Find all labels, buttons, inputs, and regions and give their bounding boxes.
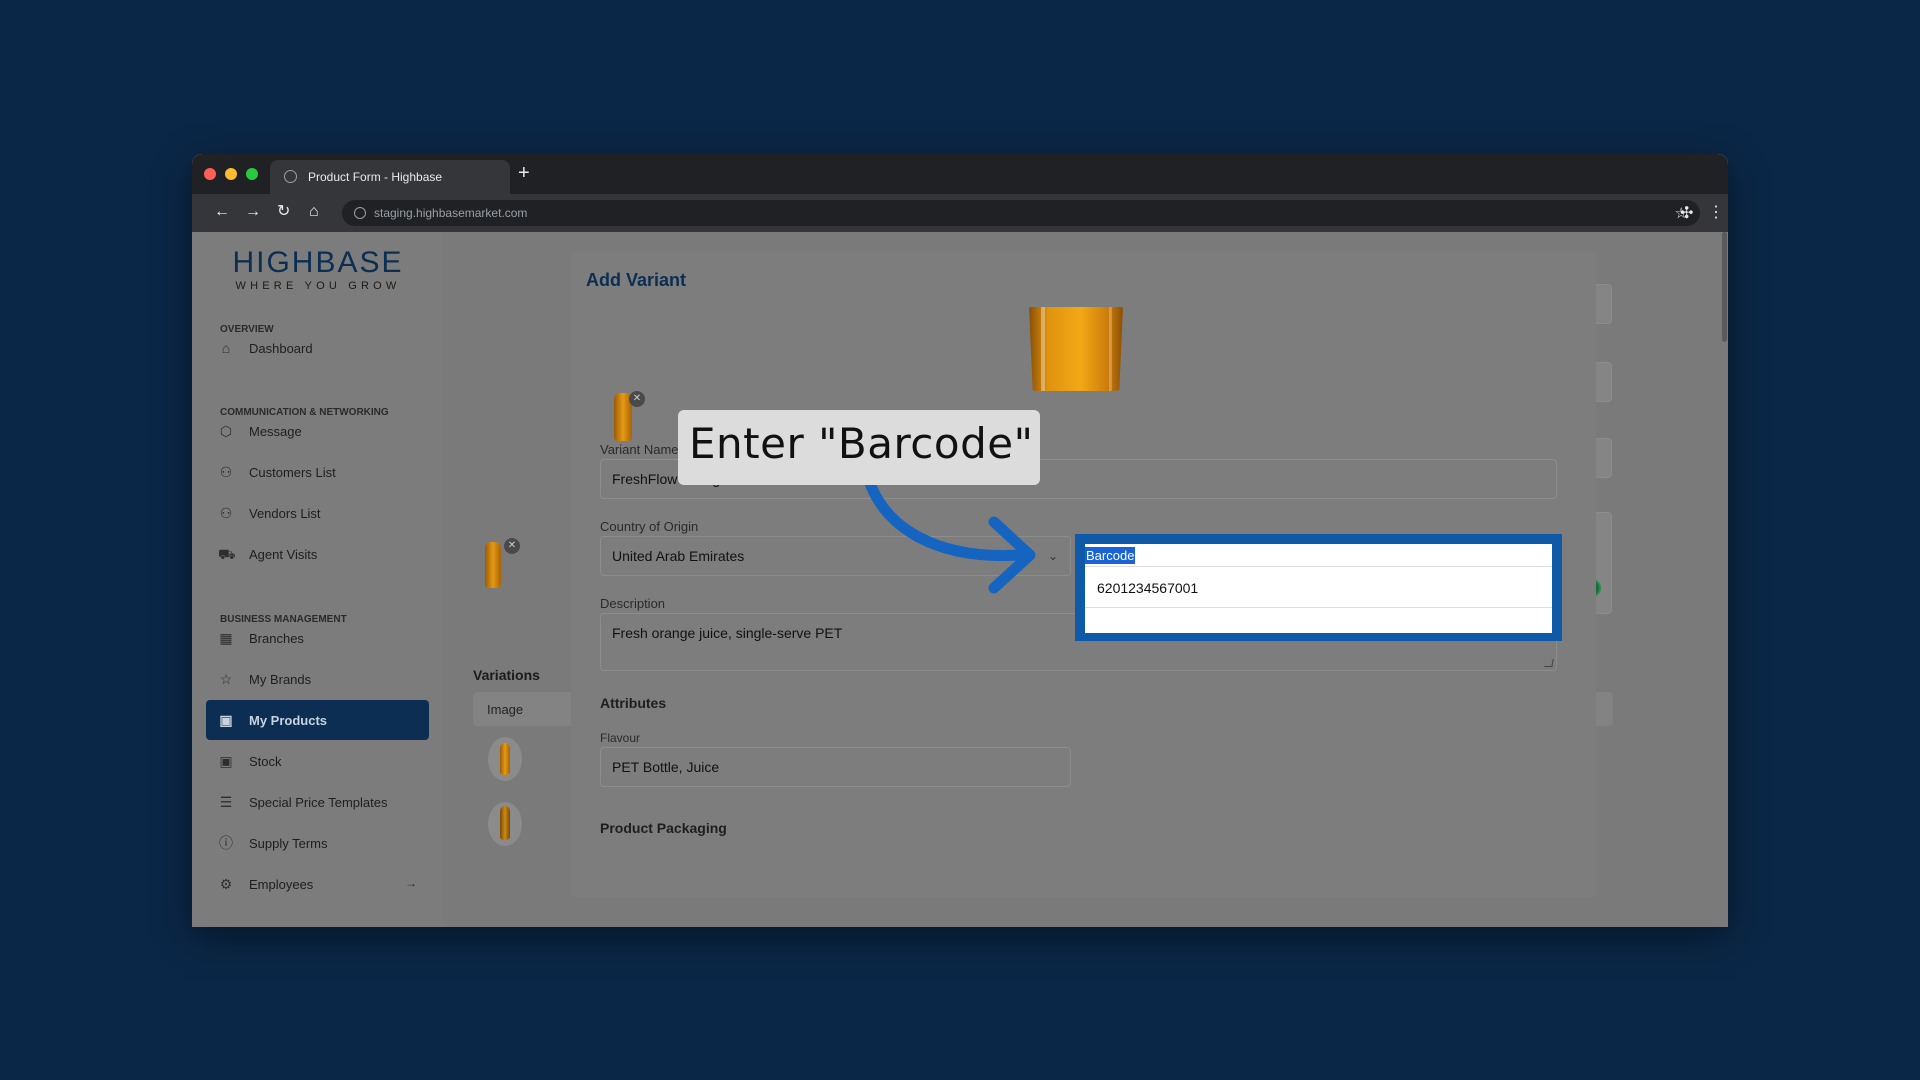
archive-icon: ▣: [219, 753, 233, 769]
attributes-heading: Attributes: [600, 695, 667, 711]
sidebar-item-label: Vendors List: [249, 506, 321, 521]
flavour-label: Flavour: [600, 731, 641, 745]
variant-main-image: [1029, 307, 1123, 391]
extensions-puzzle-icon[interactable]: ✣: [1680, 203, 1693, 223]
modal-title: Add Variant: [586, 270, 687, 290]
barcode-highlight-frame: Barcode 6201234567001: [1075, 534, 1562, 641]
column-header-image: Image: [487, 702, 524, 717]
product-packaging-heading: Product Packaging: [600, 820, 727, 836]
minimize-window-button[interactable]: [225, 168, 237, 180]
highbase-logo[interactable]: HIGHBASE WHERE YOU GROW: [230, 246, 406, 292]
box-icon: ⬡: [219, 423, 233, 439]
barcode-input[interactable]: 6201234567001: [1085, 566, 1552, 608]
remove-image-icon[interactable]: ✕: [504, 538, 520, 554]
barcode-label: Barcode: [1085, 547, 1136, 564]
description-value: Fresh orange juice, single-serve PET: [612, 625, 843, 641]
sidebar-item-label: Stock: [249, 754, 282, 769]
back-arrow-icon[interactable]: ←: [214, 203, 230, 221]
image-highlight: [1041, 307, 1045, 391]
sidebar-item-customers-list[interactable]: ⚇ Customers List: [206, 452, 429, 492]
country-of-origin-select[interactable]: United Arab Emirates ⌄: [600, 536, 1071, 576]
sidebar-item-special-price-templates[interactable]: ☰ Special Price Templates: [206, 782, 429, 822]
sidebar-item-agent-visits[interactable]: ⛟ Agent Visits: [206, 534, 429, 574]
barcode-field-group: Barcode 6201234567001: [1085, 544, 1552, 633]
archive-icon: ▣: [219, 712, 233, 728]
sidebar-item-label: Supply Terms: [249, 836, 328, 851]
instruction-callout: Enter "Barcode": [678, 410, 1040, 485]
sidebar-item-supply-terms[interactable]: ⓘ Supply Terms: [206, 823, 429, 863]
expand-arrow-icon: →: [405, 876, 417, 890]
sidebar-item-my-products[interactable]: ▣ My Products: [206, 700, 429, 740]
variation-row-thumbnail: [488, 802, 522, 846]
browser-tab[interactable]: Product Form - Highbase: [270, 160, 510, 194]
variations-heading: Variations: [473, 667, 540, 683]
flavour-value: PET Bottle, Juice: [612, 759, 720, 775]
sidebar-item-vendors-list[interactable]: ⚇ Vendors List: [206, 493, 429, 533]
logo-wordmark: HIGHBASE: [232, 246, 404, 279]
page-scrollbar[interactable]: [1722, 232, 1727, 342]
variant-thumbnail-bottle: [485, 542, 501, 588]
maximize-window-button[interactable]: [246, 168, 258, 180]
browser-menu-icon[interactable]: ⋮: [1708, 202, 1724, 222]
variant-name-label: Variant Name: [600, 442, 679, 457]
sidebar-item-label: Agent Visits: [249, 547, 318, 562]
list-icon: ☰: [219, 794, 233, 810]
country-of-origin-label: Country of Origin: [600, 519, 699, 534]
sidebar-item-label: Employees: [249, 877, 314, 892]
truck-icon: ⛟: [218, 546, 236, 562]
sidebar-item-label: My Brands: [249, 672, 312, 687]
bottle-image: [500, 806, 510, 840]
users-icon: ⚇: [219, 505, 233, 521]
description-label: Description: [600, 596, 666, 611]
tab-title: Product Form - Highbase: [308, 170, 443, 184]
sidebar-item-label: Message: [249, 424, 302, 439]
bottle-image: [500, 743, 510, 775]
window-controls: [204, 168, 258, 180]
sidebar-item-label: Dashboard: [249, 341, 313, 356]
callout-text: Enter "Barcode": [689, 419, 1034, 468]
sidebar-item-label: Branches: [249, 631, 304, 646]
country-of-origin-value: United Arab Emirates: [612, 548, 745, 564]
address-bar[interactable]: staging.highbasemarket.com ☆: [342, 200, 1700, 226]
sidebar-item-dashboard[interactable]: ⌂ Dashboard: [206, 328, 429, 368]
image-highlight: [1109, 307, 1112, 391]
sidebar-item-my-brands[interactable]: ☆ My Brands: [206, 659, 429, 699]
home-icon: ⌂: [221, 340, 231, 356]
url-text: staging.highbasemarket.com: [374, 206, 528, 220]
sidebar-item-label: Customers List: [249, 465, 336, 480]
browser-tab-bar: Product Form - Highbase +: [192, 154, 1728, 194]
home-icon[interactable]: ⌂: [309, 203, 319, 221]
sidebar-item-stock[interactable]: ▣ Stock: [206, 741, 429, 781]
globe-icon: [284, 170, 297, 183]
users-icon: ⚇: [219, 464, 233, 480]
sidebar-item-branches[interactable]: ▦ Branches: [206, 618, 429, 658]
remove-image-icon[interactable]: ✕: [629, 391, 645, 407]
sidebar: HIGHBASE WHERE YOU GROW OVERVIEW ⌂ Dashb…: [192, 232, 443, 927]
flavour-input[interactable]: PET Bottle, Juice: [600, 747, 1071, 787]
close-window-button[interactable]: [204, 168, 216, 180]
store-icon: ▦: [219, 630, 233, 646]
site-info-icon[interactable]: [354, 207, 366, 219]
sidebar-item-employees[interactable]: ⚙ Employees →: [206, 864, 429, 904]
info-icon: ⓘ: [219, 835, 233, 851]
browser-toolbar: ← → ↻ ⌂ staging.highbasemarket.com ☆ ✣ ⋮: [192, 194, 1728, 232]
resize-handle-icon[interactable]: [1544, 659, 1554, 667]
forward-arrow-icon[interactable]: →: [245, 203, 261, 221]
barcode-value: 6201234567001: [1097, 580, 1199, 596]
chevron-down-icon: ⌄: [1047, 549, 1058, 563]
sidebar-item-message[interactable]: ⬡ Message: [206, 411, 429, 451]
reload-icon[interactable]: ↻: [277, 203, 290, 221]
sidebar-item-label: My Products: [249, 713, 328, 728]
logo-tagline: WHERE YOU GROW: [235, 280, 401, 292]
sidebar-item-label: Special Price Templates: [249, 795, 388, 810]
users-cog-icon: ⚙: [219, 876, 233, 892]
variation-row-thumbnail: [488, 737, 522, 781]
new-tab-button[interactable]: +: [518, 163, 530, 183]
star-icon: ☆: [219, 671, 233, 687]
